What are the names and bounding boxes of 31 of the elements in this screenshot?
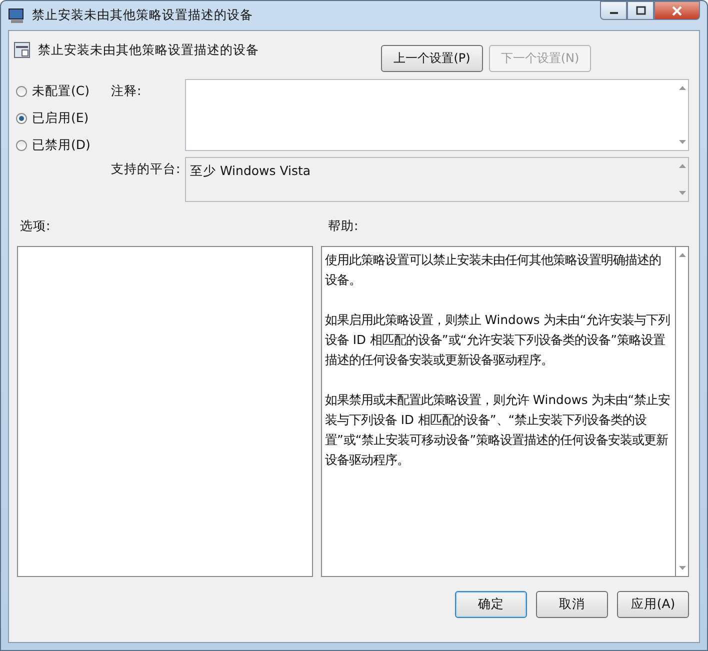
scroll-up-icon (678, 253, 686, 257)
help-paragraph: 如果禁用或未配置此策略设置，则允许 Windows 为未由“禁止安装与下列设备 ID 相匹配的设备”、“禁止安装下列设备类的设置”或“禁止安装可移动设备”策略设置描述的任何设备安装或更新设备驱动程序。 (325, 392, 672, 469)
close-icon (672, 6, 682, 16)
help-paragraph: 如果启用此策略设置，则禁止 Windows 为未由“允许安装与下列设备 ID 相匹配的设备”或“允许安装下列设备类的设备”策略设置描述的任何设备安装或更新设备驱动程序。 (325, 312, 672, 369)
close-button[interactable] (654, 1, 700, 20)
radio-option[interactable]: 已启用(E) (16, 110, 111, 127)
platform-label: 支持的平台: (111, 160, 182, 178)
maximize-icon (636, 6, 646, 15)
scroll-down-icon (678, 140, 686, 144)
options-label: 选项: (20, 218, 52, 235)
window-title: 禁止安装未由其他策略设置描述的设备 (32, 7, 253, 24)
policy-icon (14, 42, 30, 58)
minimize-button[interactable] (600, 1, 627, 20)
scroll-down-icon (678, 566, 686, 570)
comment-field[interactable] (185, 79, 689, 151)
apply-button[interactable]: 应用(A) (617, 591, 689, 618)
scroll-down-icon (678, 191, 686, 195)
scroll-up-icon (678, 86, 686, 90)
maximize-button[interactable] (627, 1, 654, 20)
scroll-up-icon (678, 164, 686, 168)
ok-button[interactable]: 确定 (455, 591, 527, 618)
help-label: 帮助: (328, 218, 358, 235)
platform-value: 至少 Windows Vista (189, 162, 312, 180)
help-paragraph: 使用此策略设置可以禁止安装未由任何其他策略设置明确描述的设备。 (325, 252, 662, 289)
policy-title: 禁止安装未由其他策略设置描述的设备 (38, 42, 259, 59)
radio-option[interactable]: 已禁用(D) (16, 137, 111, 154)
cancel-button[interactable]: 取消 (536, 591, 608, 618)
previous-setting-button[interactable]: 上一个设置(P) (381, 45, 483, 72)
computer-icon (8, 8, 26, 24)
radio-option[interactable]: 未配置(C) (16, 83, 111, 100)
comment-label: 注释: (111, 82, 142, 100)
